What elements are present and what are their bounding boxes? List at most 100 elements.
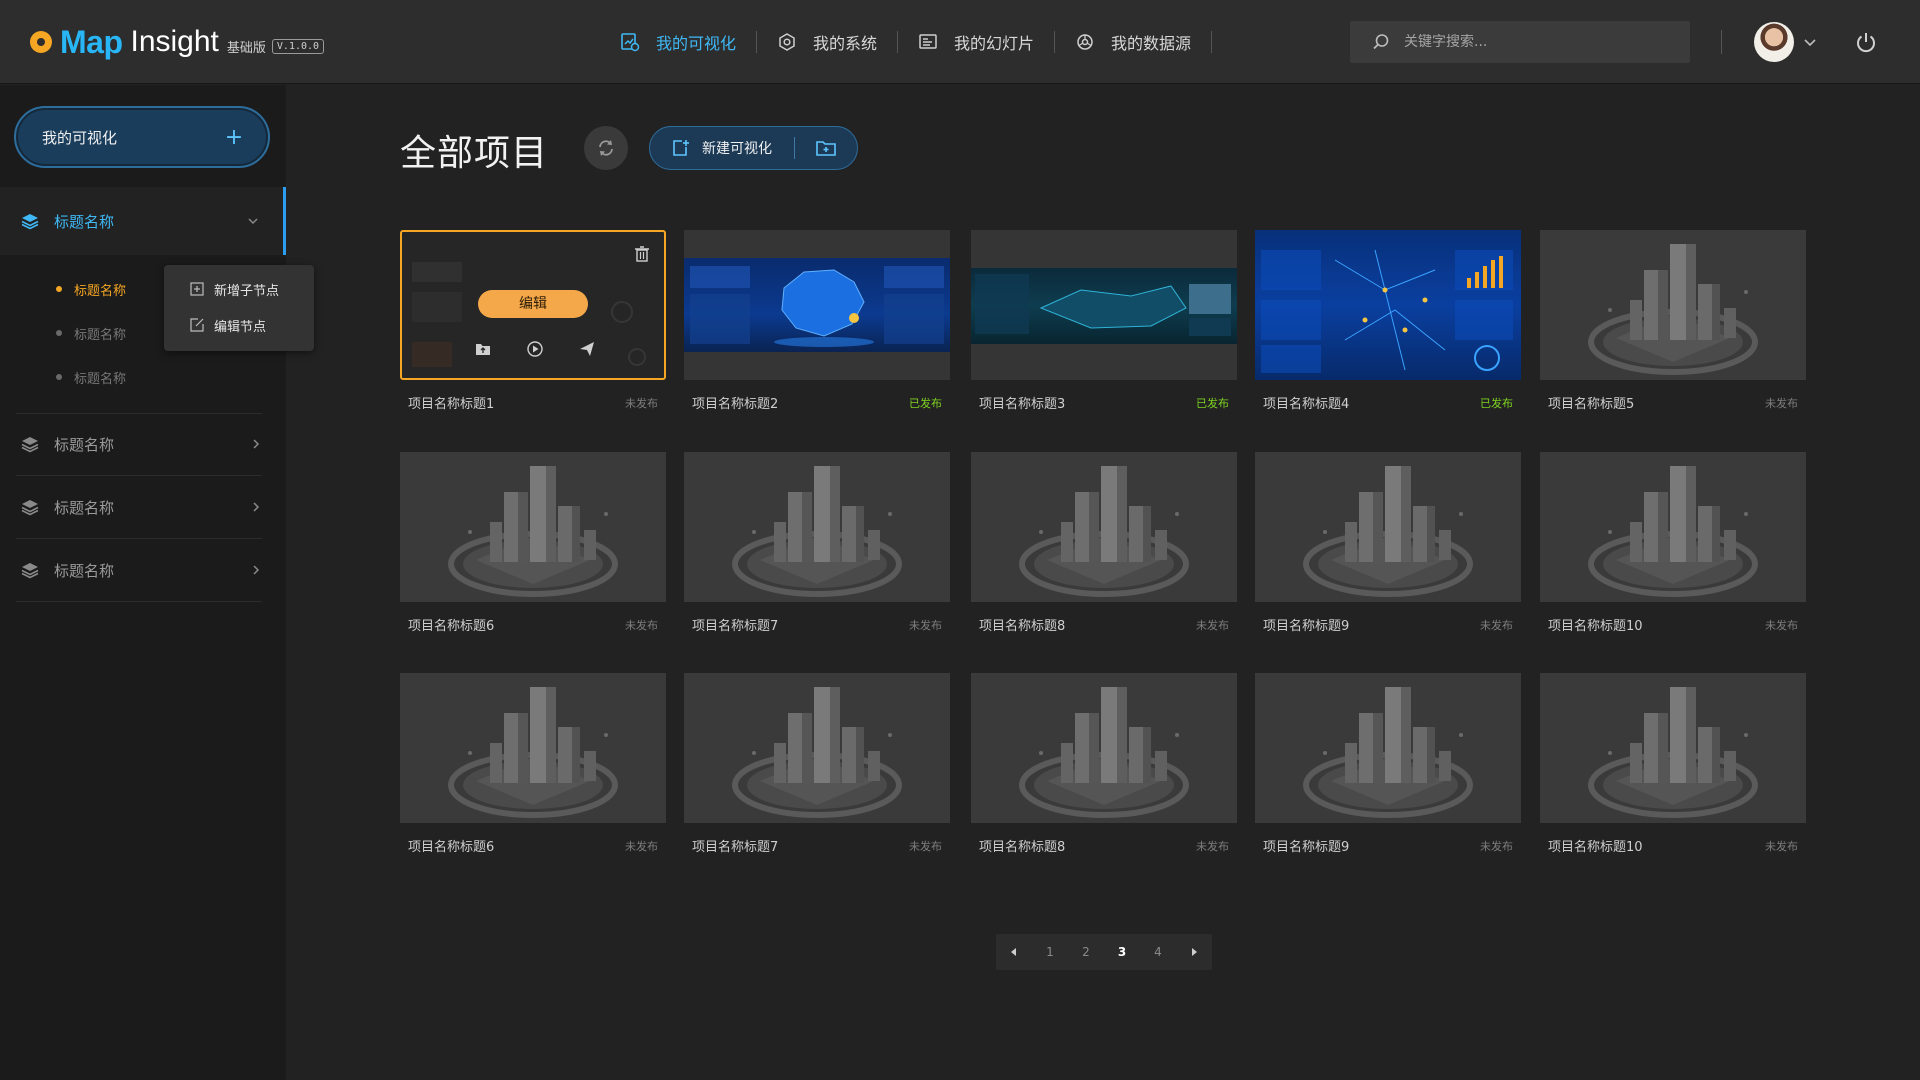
publish-status: 已发布 — [1480, 397, 1513, 410]
project-thumbnail[interactable] — [1540, 230, 1806, 380]
nav-my-slides[interactable]: 我的幻灯片 — [898, 22, 1054, 62]
project-thumbnail[interactable]: 编辑 — [400, 230, 666, 380]
project-card[interactable]: 项目名称标题4 已发布 — [1255, 230, 1521, 412]
publish-status: 已发布 — [1196, 397, 1229, 410]
nav-my-datasource[interactable]: 我的数据源 — [1055, 22, 1211, 62]
refresh-icon — [599, 140, 613, 156]
sidebar-subitem-label: 标题名称 — [74, 283, 127, 299]
project-card[interactable]: 编辑 项目名称标题1 未发布 — [400, 230, 666, 412]
project-thumbnail[interactable] — [971, 673, 1237, 823]
page-title: 全部项目 — [400, 133, 549, 174]
project-thumbnail[interactable] — [1255, 230, 1521, 380]
brand-map-text: Map — [60, 23, 123, 60]
nav-my-visualization[interactable]: 我的可视化 — [600, 22, 756, 62]
context-item-label: 新增子节点 — [214, 283, 280, 299]
sidebar-my-visualization-button[interactable]: 我的可视化 + — [14, 106, 270, 168]
bullet-dot — [56, 374, 62, 380]
brand-insight-text: Insight — [130, 25, 219, 58]
project-card[interactable]: 项目名称标题6 未发布 — [400, 452, 666, 634]
page-4[interactable]: 4 — [1140, 934, 1176, 970]
project-name: 项目名称标题2 — [692, 397, 779, 412]
move-folder-icon[interactable] — [474, 340, 492, 358]
visualization-icon — [621, 33, 640, 52]
sidebar-subitem-label: 标题名称 — [74, 327, 127, 343]
send-icon[interactable] — [578, 340, 596, 358]
project-thumbnail[interactable] — [684, 452, 950, 602]
context-add-child-node[interactable]: 新增子节点 — [164, 271, 314, 307]
top-header: Map Insight 基础版 V.1.0.0 我的可视化 我的系统 我的幻灯片… — [0, 0, 1920, 84]
context-edit-node[interactable]: 编辑节点 — [164, 307, 314, 343]
sidebar-group-4[interactable]: 标题名称 — [0, 536, 286, 604]
sidebar-subitem-1[interactable]: 标题名称 — [56, 274, 126, 304]
chevron-down-icon[interactable] — [1802, 34, 1818, 50]
project-thumbnail[interactable] — [400, 673, 666, 823]
project-card[interactable]: 项目名称标题10 未发布 — [1540, 673, 1806, 855]
nav-label: 我的系统 — [813, 34, 878, 53]
publish-status: 未发布 — [1480, 619, 1513, 632]
chevron-down-icon — [233, 211, 273, 231]
chevron-right-icon — [236, 560, 276, 580]
edit-button[interactable]: 编辑 — [478, 290, 588, 318]
city-placeholder-icon — [1303, 466, 1473, 597]
project-card[interactable]: 项目名称标题3 已发布 — [971, 230, 1237, 412]
project-thumbnail[interactable] — [1255, 673, 1521, 823]
page-1[interactable]: 1 — [1032, 934, 1068, 970]
project-card[interactable]: 项目名称标题7 未发布 — [684, 673, 950, 855]
power-icon[interactable] — [1854, 30, 1878, 54]
refresh-button[interactable] — [584, 126, 628, 170]
project-card[interactable]: 项目名称标题9 未发布 — [1255, 673, 1521, 855]
project-thumbnail[interactable] — [684, 673, 950, 823]
new-visualization-button[interactable]: 新建可视化 — [650, 126, 794, 170]
page-2[interactable]: 2 — [1068, 934, 1104, 970]
play-icon[interactable] — [526, 340, 544, 358]
project-card[interactable]: 项目名称标题9 未发布 — [1255, 452, 1521, 634]
project-card[interactable]: 项目名称标题5 未发布 — [1540, 230, 1806, 412]
card-toolbar — [474, 340, 596, 358]
sidebar-subitem-2[interactable]: 标题名称 — [56, 318, 126, 348]
bullet-dot — [56, 330, 62, 336]
pagination: 1 2 3 4 — [996, 934, 1212, 970]
search-icon — [1373, 34, 1389, 50]
page-3[interactable]: 3 — [1104, 934, 1140, 970]
project-card[interactable]: 项目名称标题8 未发布 — [971, 673, 1237, 855]
project-thumbnail[interactable] — [684, 230, 950, 380]
city-placeholder-icon — [1303, 687, 1473, 818]
search-input[interactable] — [1404, 34, 1664, 50]
sidebar-subitem-3[interactable]: 标题名称 — [56, 362, 126, 392]
project-card[interactable]: 项目名称标题2 已发布 — [684, 230, 950, 412]
project-card[interactable]: 项目名称标题10 未发布 — [1540, 452, 1806, 634]
sidebar-group-1[interactable]: 标题名称 — [0, 187, 286, 255]
user-avatar[interactable] — [1754, 22, 1794, 62]
folder-add-icon — [816, 141, 836, 156]
add-node-icon — [190, 282, 204, 296]
header-divider — [1721, 30, 1722, 54]
layers-icon — [21, 214, 39, 230]
project-card[interactable]: 项目名称标题6 未发布 — [400, 673, 666, 855]
new-folder-button[interactable] — [795, 126, 857, 170]
project-card[interactable]: 项目名称标题8 未发布 — [971, 452, 1237, 634]
project-name: 项目名称标题10 — [1548, 619, 1643, 634]
caret-left-icon — [1011, 948, 1016, 956]
project-thumbnail[interactable] — [1540, 452, 1806, 602]
next-page-button[interactable] — [1176, 934, 1212, 970]
china-map-dashboard-preview — [684, 258, 950, 352]
trash-icon[interactable] — [634, 246, 650, 262]
plus-icon[interactable]: + — [214, 125, 254, 150]
sidebar-group-2[interactable]: 标题名称 — [0, 410, 286, 478]
prev-page-button[interactable] — [996, 934, 1032, 970]
city-placeholder-icon — [732, 687, 902, 818]
brand-edition: 基础版 — [226, 40, 266, 56]
nav-my-system[interactable]: 我的系统 — [757, 22, 897, 62]
project-thumbnail[interactable] — [971, 230, 1237, 380]
project-thumbnail[interactable] — [1540, 673, 1806, 823]
brand-logo[interactable]: Map Insight 基础版 V.1.0.0 — [30, 22, 325, 62]
city-placeholder-icon — [448, 466, 618, 597]
project-thumbnail[interactable] — [400, 452, 666, 602]
project-thumbnail[interactable] — [971, 452, 1237, 602]
project-card[interactable]: 项目名称标题7 未发布 — [684, 452, 950, 634]
system-icon — [779, 33, 795, 51]
sidebar-group-3[interactable]: 标题名称 — [0, 473, 286, 541]
layers-icon — [21, 563, 39, 579]
project-thumbnail[interactable] — [1255, 452, 1521, 602]
publish-status: 未发布 — [1480, 840, 1513, 853]
